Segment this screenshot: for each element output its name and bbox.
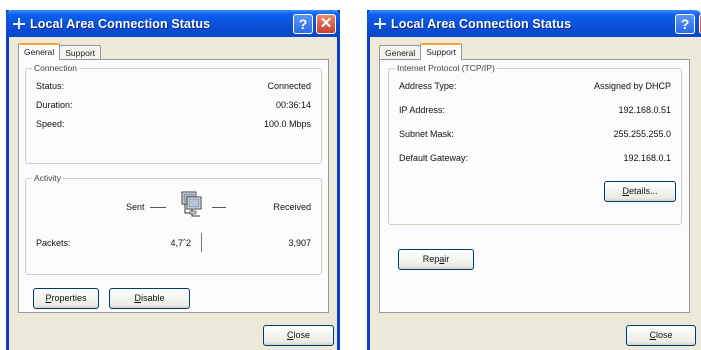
close-label: lose <box>655 330 673 340</box>
status-window-support: Local Area Connection Status ? ✕ General… <box>367 10 701 350</box>
default-gateway-label: Default Gateway: <box>399 153 469 163</box>
status-value: Connected <box>267 81 311 91</box>
window-title: Local Area Connection Status <box>30 16 211 31</box>
ip-address-value: 192.168.0.51 <box>618 105 671 115</box>
properties-button[interactable]: Properties <box>33 288 99 309</box>
status-window-general: Local Area Connection Status ? ✕ General… <box>6 10 340 350</box>
default-gateway-value: 192.168.0.1 <box>623 153 671 163</box>
duration-value: 00:36:14 <box>275 100 311 110</box>
tab-panel-support: Internet Protocol (TCP/IP) Address Type:… <box>379 59 690 313</box>
address-type-row: Address Type: Assigned by DHCP <box>399 81 671 93</box>
disable-label: isable <box>140 293 165 303</box>
details-label: etails... <box>628 186 658 196</box>
title-bar[interactable]: Local Area Connection Status ? ✕ <box>6 10 340 37</box>
tab-support[interactable]: Support <box>420 43 463 60</box>
connection-group: Connection Status: Connected Duration: 0… <box>25 63 322 164</box>
address-type-label: Address Type: <box>399 81 457 91</box>
tab-strip: General Support <box>379 43 463 60</box>
tab-strip: General Support <box>18 43 102 60</box>
address-type-value: Assigned by DHCP <box>593 81 671 91</box>
repair-label-end: ir <box>444 254 450 264</box>
received-line <box>212 207 226 208</box>
close-button[interactable]: Close <box>626 325 696 346</box>
sent-line <box>150 207 166 208</box>
help-icon: ? <box>298 16 308 32</box>
help-icon: ? <box>680 16 690 32</box>
close-button[interactable]: Close <box>263 325 334 346</box>
help-button[interactable]: ? <box>293 14 313 34</box>
subnet-mask-row: Subnet Mask: 255.255.255.0 <box>399 129 671 141</box>
status-row: Status: Connected <box>36 81 311 93</box>
tab-panel-general: Connection Status: Connected Duration: 0… <box>18 59 329 313</box>
tab-general[interactable]: General <box>379 45 422 60</box>
tab-general[interactable]: General <box>18 43 61 60</box>
packets-divider <box>201 233 202 252</box>
group-label-tcpip: Internet Protocol (TCP/IP) <box>395 63 497 73</box>
tab-support[interactable]: Support <box>59 45 102 60</box>
properties-label: roperties <box>51 293 87 303</box>
ip-address-row: IP Address: 192.168.0.51 <box>399 105 671 117</box>
subnet-mask-label: Subnet Mask: <box>399 129 455 139</box>
duration-row: Duration: 00:36:14 <box>36 100 311 112</box>
packets-label: Packets: <box>36 238 71 248</box>
title-bar[interactable]: Local Area Connection Status ? ✕ <box>367 10 701 37</box>
activity-group: Activity Sent Received Packets: 4,7ˆ2 3,… <box>25 173 322 275</box>
connection-icon <box>373 17 386 30</box>
tcpip-group: Internet Protocol (TCP/IP) Address Type:… <box>388 63 682 225</box>
repair-button[interactable]: Repair <box>398 249 474 270</box>
help-button[interactable]: ? <box>675 14 695 34</box>
group-label-activity: Activity <box>32 173 63 183</box>
close-window-button[interactable]: ✕ <box>316 14 336 34</box>
speed-value: 100.0 Mbps <box>263 119 311 129</box>
close-icon: ✕ <box>319 15 333 32</box>
speed-row: Speed: 100.0 Mbps <box>36 119 311 131</box>
speed-label: Speed: <box>36 119 65 129</box>
repair-label-start: Rep <box>422 254 440 264</box>
disable-button[interactable]: Disable <box>109 288 190 309</box>
close-label: lose <box>293 330 310 340</box>
received-label: Received <box>273 202 311 212</box>
subnet-mask-value: 255.255.255.0 <box>613 129 671 139</box>
packets-received-value: 3,907 <box>288 238 311 248</box>
details-button[interactable]: Details... <box>604 181 676 202</box>
ip-address-label: IP Address: <box>399 105 445 115</box>
duration-label: Duration: <box>36 100 73 110</box>
default-gateway-row: Default Gateway: 192.168.0.1 <box>399 153 671 165</box>
status-label: Status: <box>36 81 65 91</box>
group-label-connection: Connection <box>32 63 80 73</box>
window-title: Local Area Connection Status <box>391 16 572 31</box>
connection-icon <box>12 17 25 30</box>
sent-label: Sent <box>126 202 145 212</box>
computer-activity-icon <box>181 191 202 217</box>
packets-sent-value: 4,7ˆ2 <box>170 238 191 248</box>
